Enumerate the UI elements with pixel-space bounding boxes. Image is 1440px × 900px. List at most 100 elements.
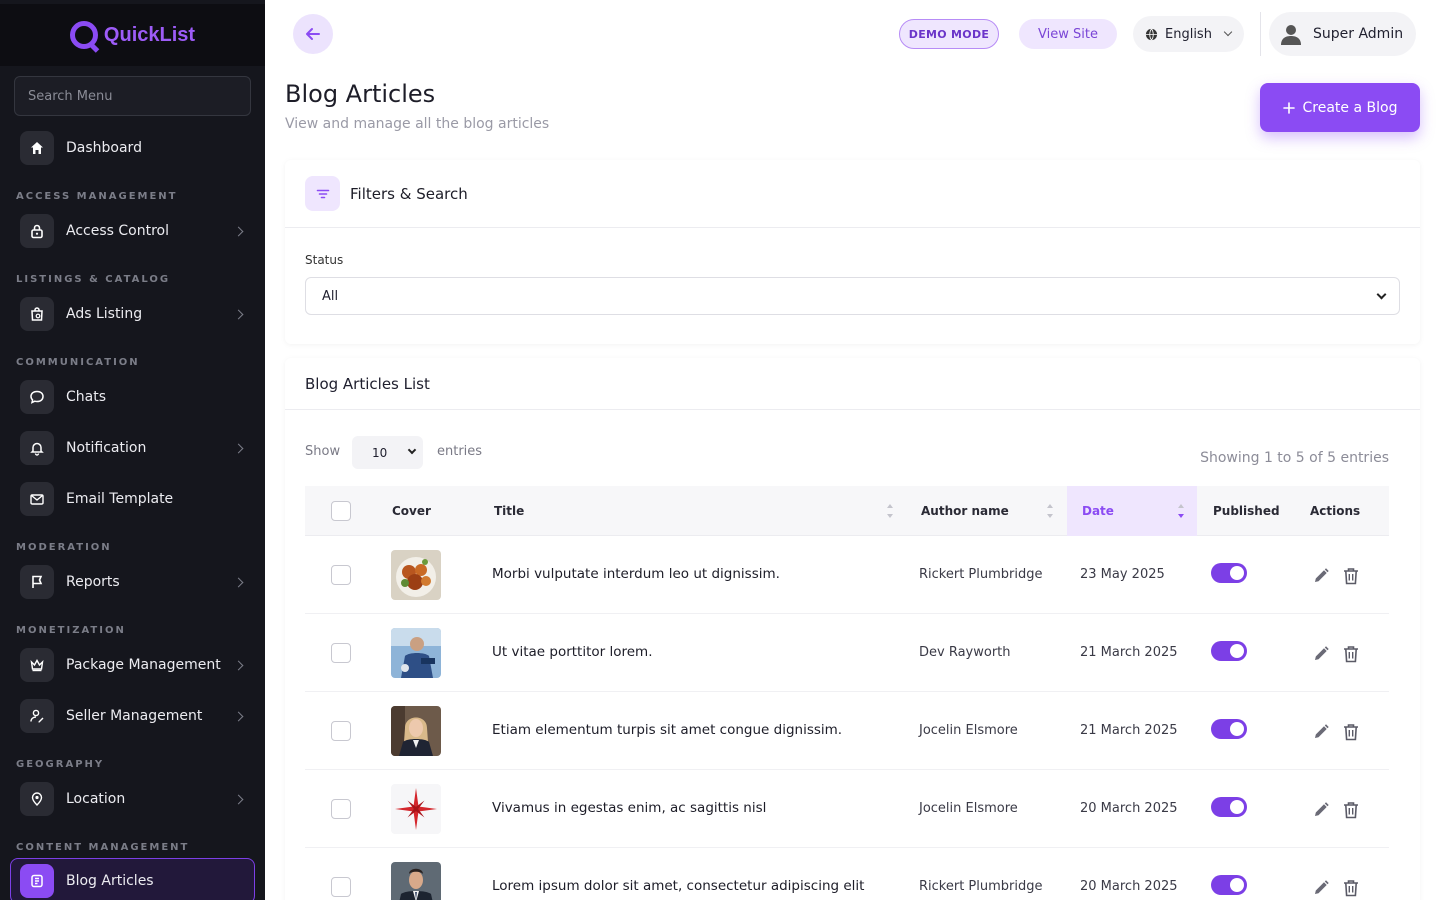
sidebar-item-label: Chats — [66, 389, 107, 405]
article-title[interactable]: Etiam elementum turpis sit amet congue d… — [492, 722, 842, 738]
sidebar-item-ads-listing[interactable]: Ads Listing — [20, 296, 252, 332]
arrow-left-icon — [306, 28, 320, 40]
blog-icon — [20, 864, 54, 898]
sidebar-item-package-management[interactable]: Package Management — [20, 647, 252, 683]
entries-per-page-select[interactable]: 10 — [352, 436, 423, 469]
sidebar-item-reports[interactable]: Reports — [20, 564, 252, 600]
sidebar-item-blog-articles[interactable]: Blog Articles — [10, 858, 255, 900]
column-header-author[interactable]: Author name — [921, 486, 1063, 536]
sidebar-item-seller-management[interactable]: Seller Management — [20, 698, 252, 734]
edit-icon[interactable] — [1311, 878, 1331, 898]
chevron-right-icon — [233, 660, 244, 670]
article-date: 23 May 2025 — [1080, 567, 1165, 582]
article-author: Jocelin Elsmore — [919, 801, 1018, 816]
header-divider — [1260, 12, 1261, 56]
sidebar: QuickList Search Menu Dashboard ACCESS M… — [0, 0, 265, 900]
article-title[interactable]: Ut vitae porttitor lorem. — [492, 644, 653, 660]
demo-mode-badge: DEMO MODE — [899, 19, 999, 49]
sidebar-search-input[interactable]: Search Menu — [14, 76, 251, 116]
published-toggle[interactable] — [1211, 719, 1247, 739]
trash-icon[interactable] — [1342, 566, 1360, 586]
page-title: Blog Articles — [285, 80, 436, 108]
sidebar-section-heading: GEOGRAPHY — [16, 759, 105, 770]
sidebar-item-label: Email Template — [66, 491, 174, 507]
sidebar-item-chats[interactable]: Chats — [20, 379, 252, 415]
column-header-label: Author name — [921, 504, 1009, 518]
chevron-right-icon — [233, 577, 244, 587]
table-row: Morbi vulputate interdum leo ut dignissi… — [305, 536, 1389, 614]
plus-icon — [1282, 101, 1295, 114]
edit-icon[interactable] — [1311, 722, 1331, 742]
entries-label: entries — [437, 444, 483, 459]
trash-icon[interactable] — [1342, 722, 1360, 742]
article-author: Dev Rayworth — [919, 645, 1011, 660]
column-header-title[interactable]: Title — [494, 486, 904, 536]
edit-icon[interactable] — [1311, 800, 1331, 820]
table-header: Cover Title Author name Date Published A… — [305, 486, 1389, 536]
sidebar-item-email-template[interactable]: Email Template — [20, 481, 252, 517]
mail-check-icon — [20, 482, 54, 516]
sidebar-item-label: Dashboard — [66, 140, 142, 156]
sidebar-item-label: Blog Articles — [66, 873, 154, 889]
sidebar-section-heading: ACCESS MANAGEMENT — [16, 191, 178, 202]
status-select[interactable]: All — [305, 277, 1400, 315]
row-checkbox[interactable] — [331, 877, 351, 897]
trash-icon[interactable] — [1342, 878, 1360, 898]
create-blog-button[interactable]: Create a Blog — [1260, 83, 1420, 132]
article-title[interactable]: Morbi vulputate interdum leo ut dignissi… — [492, 566, 780, 582]
sidebar-item-label: Package Management — [66, 657, 221, 673]
view-site-button[interactable]: View Site — [1019, 19, 1117, 49]
sidebar-item-label: Location — [66, 791, 126, 807]
chat-bubble-icon — [20, 380, 54, 414]
edit-icon[interactable] — [1311, 644, 1331, 664]
user-menu-button[interactable]: Super Admin — [1269, 12, 1416, 56]
column-header-cover: Cover — [392, 504, 431, 518]
row-checkbox[interactable] — [331, 565, 351, 585]
sidebar-section-heading: CONTENT MANAGEMENT — [16, 842, 190, 853]
table-row: Lorem ipsum dolor sit amet, consectetur … — [305, 848, 1389, 900]
chevron-right-icon — [233, 309, 244, 319]
article-date: 21 March 2025 — [1080, 645, 1178, 660]
edit-icon[interactable] — [1311, 566, 1331, 586]
page-subtitle: View and manage all the blog articles — [285, 116, 550, 132]
status-label: Status — [305, 253, 344, 267]
published-toggle[interactable] — [1211, 797, 1247, 817]
select-all-checkbox[interactable] — [331, 501, 351, 521]
sidebar-item-access-control[interactable]: Access Control — [20, 213, 252, 249]
chevron-right-icon — [233, 794, 244, 804]
published-toggle[interactable] — [1211, 875, 1247, 895]
column-header-published: Published — [1213, 504, 1280, 518]
back-button[interactable] — [293, 14, 333, 54]
row-checkbox[interactable] — [331, 721, 351, 741]
column-header-label: Date — [1082, 504, 1114, 518]
sidebar-item-label: Seller Management — [66, 708, 203, 724]
lock-icon — [20, 214, 54, 248]
language-selector[interactable]: English — [1133, 16, 1244, 52]
trash-icon[interactable] — [1342, 800, 1360, 820]
sidebar-item-notification[interactable]: Notification — [20, 430, 252, 466]
table-row: Ut vitae porttitor lorem. Dev Rayworth 2… — [305, 614, 1389, 692]
create-blog-label: Create a Blog — [1302, 99, 1398, 116]
sidebar-item-dashboard[interactable]: Dashboard — [20, 130, 252, 166]
column-header-label: Title — [494, 504, 525, 518]
brand-logo[interactable]: QuickList — [0, 4, 265, 66]
filters-card: Filters & Search Status All — [285, 160, 1420, 344]
chevron-right-icon — [233, 226, 244, 236]
published-toggle[interactable] — [1211, 563, 1247, 583]
row-checkbox[interactable] — [331, 799, 351, 819]
published-toggle[interactable] — [1211, 641, 1247, 661]
show-label: Show — [305, 444, 341, 459]
globe-icon — [1145, 28, 1158, 40]
trash-icon[interactable] — [1342, 644, 1360, 664]
article-title[interactable]: Vivamus in egestas enim, ac sagittis nis… — [492, 800, 766, 816]
brand-name: QuickList — [103, 23, 196, 46]
user-edit-icon — [20, 699, 54, 733]
article-title[interactable]: Lorem ipsum dolor sit amet, consectetur … — [492, 878, 864, 894]
chevron-down-icon — [407, 445, 417, 455]
row-checkbox[interactable] — [331, 643, 351, 663]
sort-icon — [1046, 504, 1054, 518]
cover-image-man-suit — [391, 862, 441, 900]
column-header-date[interactable]: Date — [1067, 486, 1197, 536]
blog-list-title: Blog Articles List — [285, 358, 1420, 410]
sidebar-item-location[interactable]: Location — [20, 781, 252, 817]
